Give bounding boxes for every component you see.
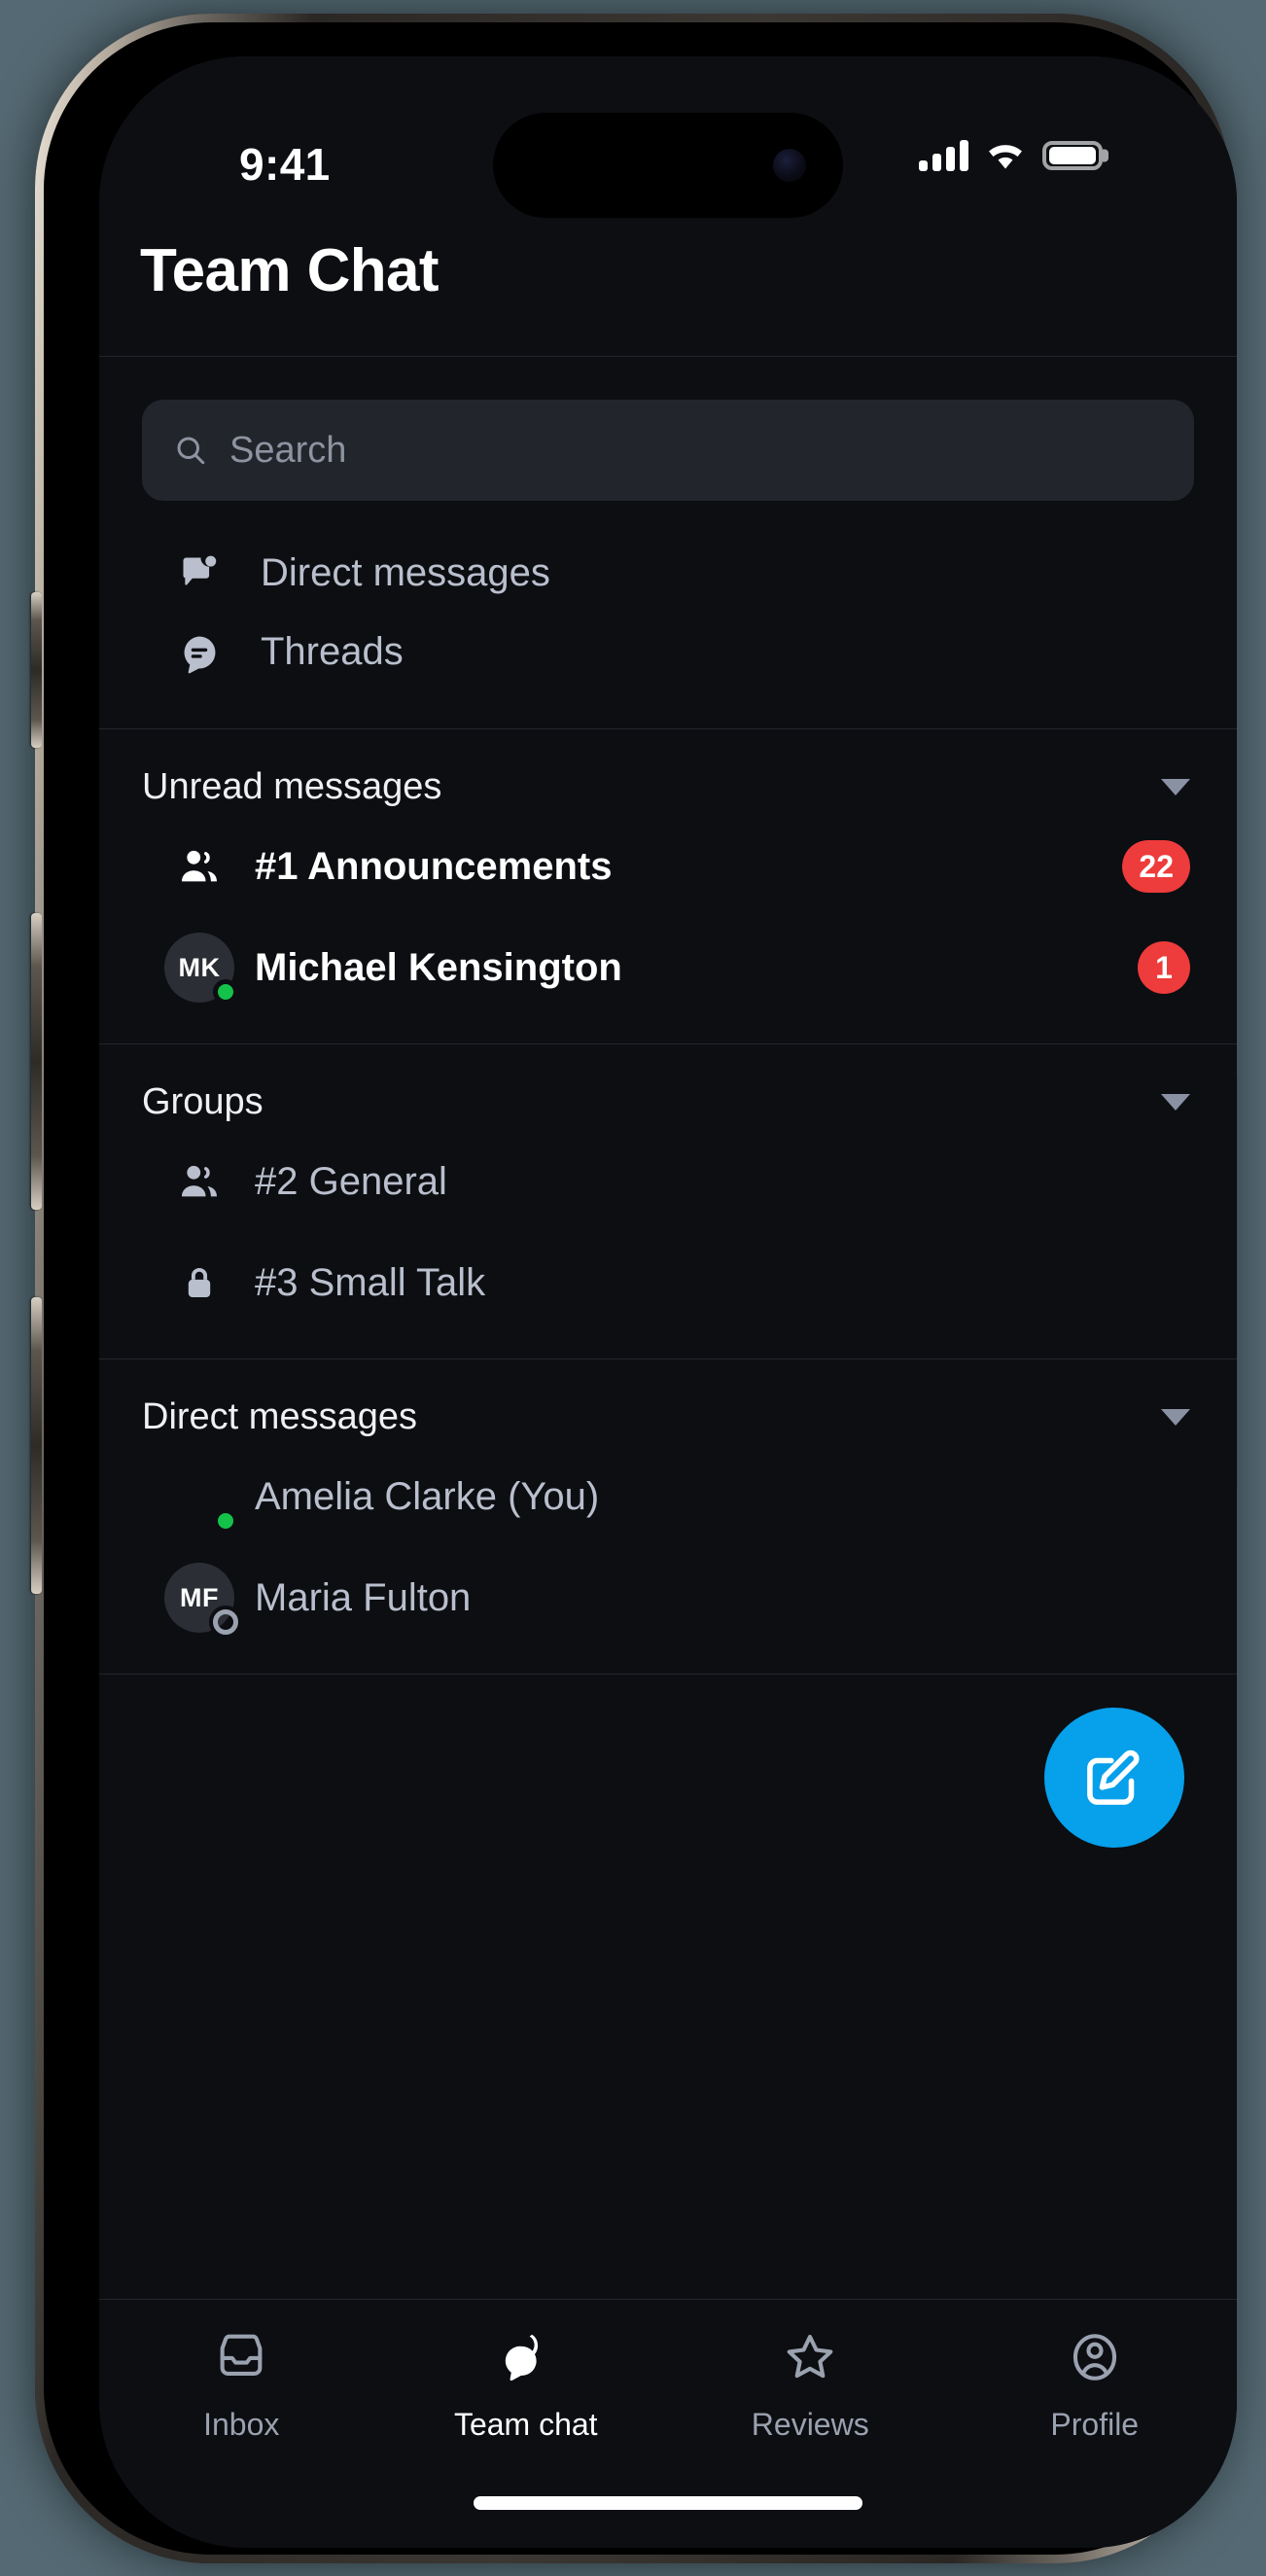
nav-item-label: Threads [261,630,404,673]
profile-icon [1067,2327,1123,2387]
top-nav: Direct messages Threads [99,534,1237,729]
silent-switch[interactable] [31,592,42,748]
volume-down-button[interactable] [31,1297,42,1594]
nav-item-label: Direct messages [261,551,550,594]
channel-name: #3 Small Talk [255,1260,486,1304]
nav-item-threads[interactable]: Threads [99,613,1237,691]
dm-row-maria-fulton[interactable]: MF Maria Fulton [99,1547,1237,1648]
app-header: Team Chat [99,227,1237,357]
thread-bubble-icon [171,631,228,674]
unread-badge: 1 [1138,941,1190,994]
unread-badge: 22 [1122,840,1190,893]
star-icon [782,2327,838,2387]
lock-icon [171,1262,228,1303]
section-title: Direct messages [142,1396,417,1437]
search-input[interactable] [229,429,1163,472]
section-direct-messages: Direct messages Amelia Clarke (You) MF M… [99,1359,1237,1675]
page-title: Team Chat [140,237,440,304]
chat-bubble-dot-icon [171,552,228,595]
section-title: Unread messages [142,766,442,807]
dm-name: Michael Kensington [255,945,622,989]
search-icon [177,437,205,465]
compose-icon [1087,1749,1140,1805]
channel-row-small-talk[interactable]: #3 Small Talk [99,1232,1237,1333]
phone-frame: 9:41 Team Chat Search Direct messages Th… [31,14,1237,2563]
chevron-down-icon[interactable] [1161,1409,1190,1426]
people-icon [171,1159,228,1204]
channel-row-announcements[interactable]: #1 Announcements 22 [99,816,1237,917]
dynamic-island [493,113,843,218]
avatar: MK [164,933,238,1005]
presence-online-icon [213,979,238,1005]
section-header-unread[interactable]: Unread messages [99,759,1237,816]
dm-name: Amelia Clarke (You) [255,1474,600,1518]
tab-reviews[interactable]: Reviews [668,2327,953,2443]
home-indicator[interactable] [474,2496,862,2510]
section-title: Groups [142,1081,264,1122]
tab-inbox[interactable]: Inbox [99,2327,384,2443]
tab-label: Team chat [453,2407,598,2442]
home-indicator-area [99,2458,1237,2548]
avatar: MF [164,1563,238,1635]
channel-name: #2 General [255,1159,447,1203]
wifi-icon [989,145,1022,169]
cellular-signal-icon [919,140,968,171]
channel-name: #1 Announcements [255,844,613,888]
search-box[interactable] [142,400,1194,501]
inbox-icon [213,2327,269,2387]
presence-online-icon [213,1508,238,1534]
channel-row-general[interactable]: #2 General [99,1131,1237,1232]
phone-screen: 9:41 Team Chat Search Direct messages Th… [99,56,1237,2548]
battery-full-icon [1042,141,1108,170]
status-time: 9:41 [239,139,331,190]
content-area: Direct messages Threads Unrea [99,357,1237,2299]
chevron-down-icon[interactable] [1161,1094,1190,1111]
volume-up-button[interactable] [31,913,42,1210]
dm-name: Maria Fulton [255,1575,472,1619]
bottom-tab-bar: Inbox Team chat Reviews Profile [99,2299,1237,2458]
status-icons [919,140,1108,171]
tab-profile[interactable]: Profile [953,2327,1238,2443]
tab-team-chat[interactable]: Team chat [384,2327,669,2443]
tab-label: Inbox [203,2407,280,2442]
fab-area [99,1675,1237,1918]
tab-label: Reviews [751,2407,869,2442]
avatar [171,1462,238,1534]
chevron-down-icon[interactable] [1161,779,1190,795]
section-header-direct-messages[interactable]: Direct messages [99,1389,1237,1446]
people-icon [171,844,228,889]
presence-offline-icon [213,1609,238,1635]
dm-row-michael-kensington[interactable]: MK Michael Kensington 1 [99,917,1237,1018]
status-bar: 9:41 [99,56,1237,227]
tab-label: Profile [1050,2407,1140,2442]
section-unread-messages: Unread messages #1 Announcements 22 MK M… [99,729,1237,1044]
section-groups: Groups #2 General #3 Small Talk [99,1044,1237,1359]
team-chat-icon [498,2327,554,2387]
section-header-groups[interactable]: Groups [99,1074,1237,1131]
compose-button[interactable] [1044,1708,1184,1848]
front-camera-icon [773,149,806,182]
nav-item-direct-messages[interactable]: Direct messages [99,534,1237,613]
search-container [99,357,1237,534]
dm-row-amelia-clarke[interactable]: Amelia Clarke (You) [99,1446,1237,1547]
